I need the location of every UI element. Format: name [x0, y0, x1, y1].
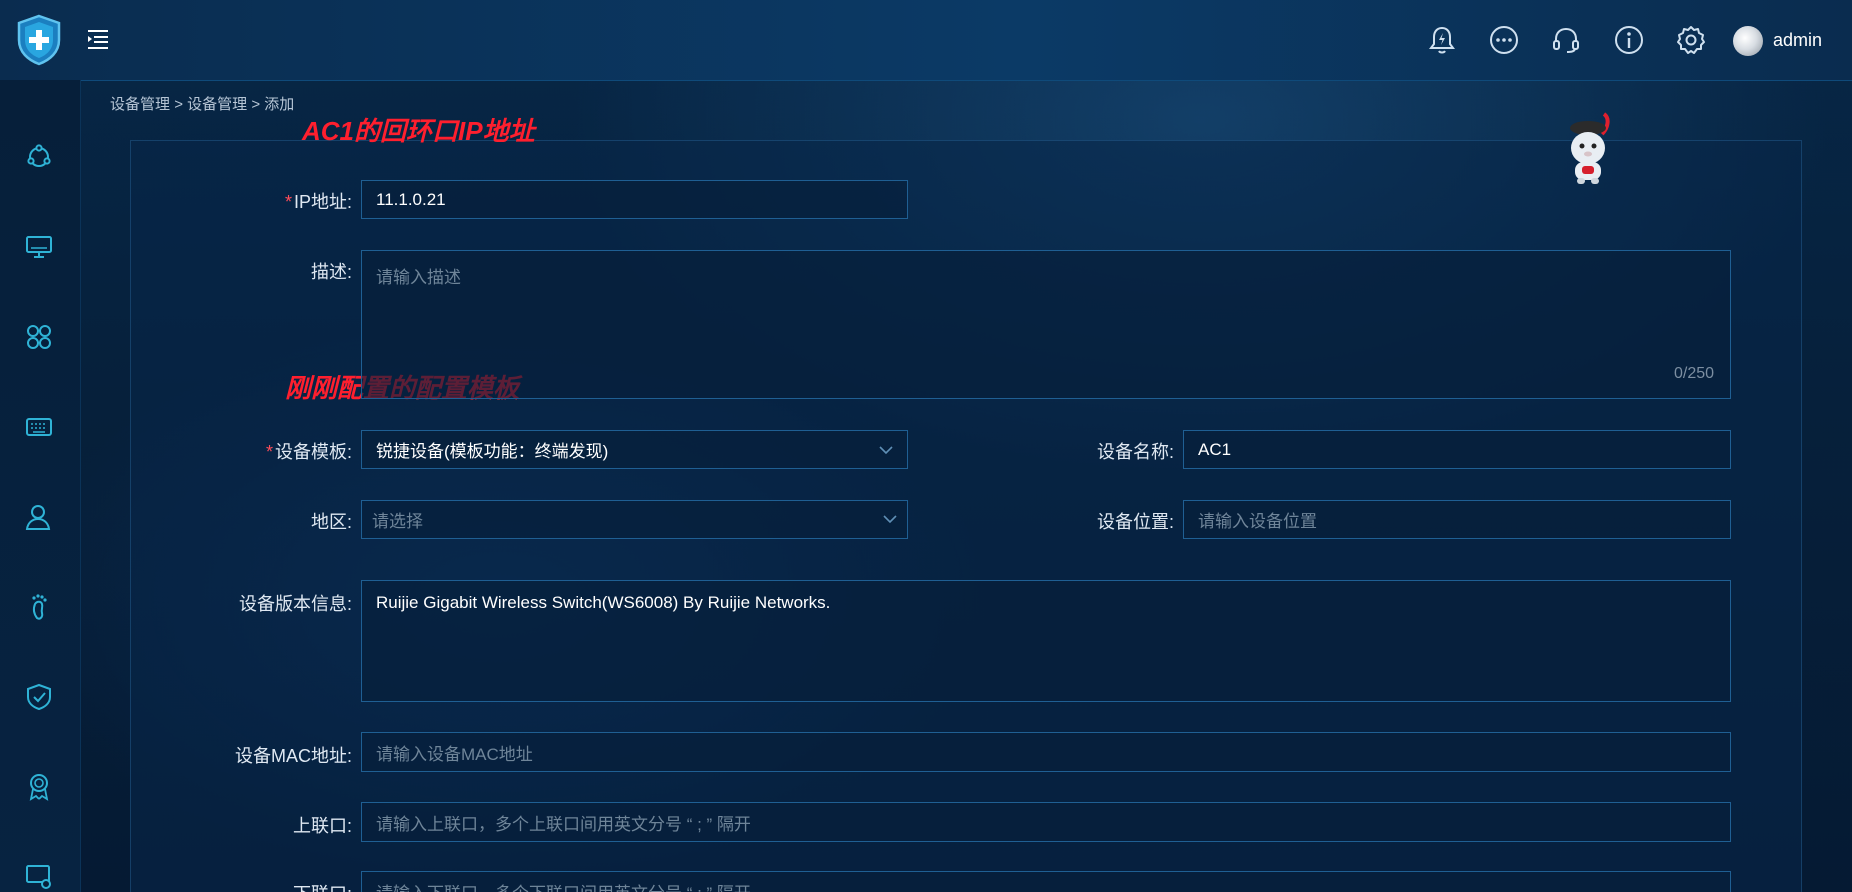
- breadcrumb-level3: 添加: [264, 96, 295, 113]
- ip-label: * IP地址:: [284, 192, 352, 212]
- ip-input[interactable]: 11.1.0.21: [361, 180, 908, 219]
- device-name-label: 设备名称:: [1096, 442, 1174, 462]
- screen-settings-icon[interactable]: [24, 862, 54, 892]
- region-select[interactable]: 请选择: [361, 500, 908, 539]
- topology-icon[interactable]: [24, 142, 54, 172]
- keyboard-icon[interactable]: [24, 412, 54, 442]
- breadcrumb-separator: >: [251, 96, 261, 113]
- description-textarea[interactable]: 请输入描述: [361, 250, 1731, 399]
- version-label: 设备版本信息:: [238, 594, 352, 614]
- mascot-icon: [1570, 112, 1610, 184]
- description-counter: 0/250: [1674, 365, 1715, 382]
- menu-toggle-icon[interactable]: [86, 28, 110, 50]
- breadcrumb: 设备管理 > 设备管理 > 添加: [110, 93, 294, 114]
- shield-logo-icon[interactable]: [16, 14, 62, 66]
- award-icon[interactable]: [24, 772, 54, 802]
- top-bar: admin: [0, 0, 1852, 81]
- uplink-input[interactable]: 请输入上联口，多个上联口间用英文分号 “ ; ” 隔开: [361, 802, 1731, 842]
- shield-check-icon[interactable]: [24, 682, 54, 712]
- version-textarea[interactable]: Ruijie Gigabit Wireless Switch(WS6008) B…: [361, 580, 1731, 702]
- footprint-icon[interactable]: [24, 592, 54, 622]
- breadcrumb-level2[interactable]: 设备管理: [187, 96, 247, 113]
- chevron-down-icon[interactable]: [883, 514, 897, 524]
- location-input[interactable]: 请输入设备位置: [1183, 500, 1731, 539]
- uplink-label: 上联口:: [292, 816, 352, 836]
- region-label: 地区:: [310, 512, 352, 532]
- gear-icon[interactable]: [1675, 24, 1707, 56]
- mac-input[interactable]: 请输入设备MAC地址: [361, 732, 1731, 772]
- downlink-input[interactable]: 请输入下联口，多个下联口间用英文分号 “ ; ” 隔开: [361, 871, 1731, 892]
- user-icon[interactable]: [24, 502, 54, 532]
- template-select-value: 锐捷设备(模板功能：终端发现): [376, 442, 609, 461]
- username[interactable]: admin: [1773, 30, 1822, 51]
- location-label: 设备位置:: [1096, 512, 1174, 532]
- headset-icon[interactable]: [1550, 24, 1582, 56]
- breadcrumb-separator: >: [174, 96, 183, 113]
- description-label: 描述:: [310, 262, 352, 282]
- monitor-icon[interactable]: [24, 232, 54, 262]
- bell-lightning-icon[interactable]: [1426, 24, 1458, 56]
- device-name-input[interactable]: AC1: [1183, 430, 1731, 469]
- mac-label: 设备MAC地址:: [235, 746, 352, 766]
- annotation-loopback: AC1的回环口IP地址: [302, 116, 535, 146]
- region-select-placeholder: 请选择: [372, 512, 423, 531]
- chevron-down-icon[interactable]: [879, 445, 893, 455]
- breadcrumb-level1[interactable]: 设备管理: [110, 96, 170, 113]
- template-select[interactable]: 锐捷设备(模板功能：终端发现): [361, 430, 908, 469]
- avatar[interactable]: [1733, 26, 1763, 56]
- template-label: * 设备模板:: [265, 442, 352, 462]
- info-icon[interactable]: [1613, 24, 1645, 56]
- apps-grid-icon[interactable]: [24, 322, 54, 352]
- downlink-label: 下联口:: [200, 880, 352, 892]
- sidebar: [0, 80, 81, 892]
- more-dots-icon[interactable]: [1488, 24, 1520, 56]
